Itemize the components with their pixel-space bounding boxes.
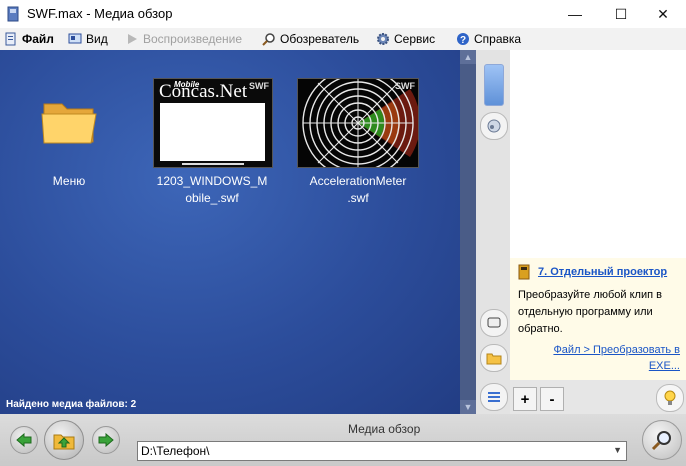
view-icon xyxy=(68,33,82,44)
file-browser-panel: Меню Mobile Concas.Net SWF 1203_WINDOWS_… xyxy=(0,50,460,414)
menu-view[interactable]: Вид xyxy=(68,30,108,48)
menu-help-label: Справка xyxy=(474,32,522,46)
window-title: SWF.max - Медиа обзор xyxy=(27,6,173,21)
menu-service-label: Сервис xyxy=(394,32,436,46)
swf-thumbnail-1[interactable]: Mobile Concas.Net SWF xyxy=(153,78,273,168)
close-button[interactable]: ✕ xyxy=(640,0,686,28)
fullscreen-button[interactable] xyxy=(480,309,508,337)
swf-label-2-line2: .swf xyxy=(347,191,369,205)
forward-button[interactable] xyxy=(92,426,120,454)
menu-service[interactable]: Сервис xyxy=(376,30,435,48)
screen-icon xyxy=(487,317,501,328)
magnifier-icon xyxy=(262,33,275,46)
up-folder-button[interactable] xyxy=(44,420,84,460)
path-input[interactable] xyxy=(138,442,604,460)
thumb-bar xyxy=(182,163,244,165)
tip-link[interactable]: Файл > Преобразовать в EXE... xyxy=(530,342,680,374)
close-icon: ✕ xyxy=(657,5,669,22)
volume-button[interactable] xyxy=(480,112,508,140)
folder-icon xyxy=(41,103,97,144)
plus-icon: + xyxy=(520,390,530,408)
menu-file[interactable]: Файл xyxy=(4,30,54,48)
side-toolbar xyxy=(476,50,510,414)
tip-box: 7. Отдельный проектор Преобразуйте любой… xyxy=(510,258,686,380)
menu-browser-label: Обозреватель xyxy=(280,32,360,46)
menu-help[interactable]: ? Справка xyxy=(456,30,521,48)
menu-playback-label: Воспроизведение xyxy=(143,32,243,46)
document-icon xyxy=(5,32,16,46)
bottom-title: Медиа обзор xyxy=(348,422,421,436)
menu-browser[interactable]: Обозреватель xyxy=(262,30,359,48)
tip-icon xyxy=(518,264,530,280)
menu-bar: Файл Вид Воспроизведение Обозреватель Се… xyxy=(0,28,686,51)
play-icon xyxy=(128,34,137,44)
swf-label-2-line1: AccelerationMeter xyxy=(309,174,407,188)
arrow-left-icon xyxy=(16,433,32,447)
app-icon xyxy=(7,6,19,22)
folder-up-icon xyxy=(53,434,75,450)
list-icon xyxy=(488,392,500,402)
swf-label-1[interactable]: 1203_WINDOWS_M obile_.swf xyxy=(147,173,277,207)
preview-scroll-thumb[interactable] xyxy=(484,64,504,106)
menu-file-label: Файл xyxy=(22,32,54,46)
svg-text:?: ? xyxy=(460,35,466,46)
minus-button[interactable]: - xyxy=(540,387,564,411)
thumb-brand-big: Concas.Net xyxy=(159,81,248,102)
path-combobox[interactable]: ▼ xyxy=(137,441,627,461)
help-icon: ? xyxy=(457,33,469,46)
swf-label-1-line2: obile_.swf xyxy=(185,191,239,205)
radar-gauge-image xyxy=(302,67,421,179)
back-button[interactable] xyxy=(10,426,38,454)
gear-icon xyxy=(377,33,389,45)
knob-icon xyxy=(487,119,501,133)
title-bar: SWF.max - Медиа обзор — ☐ ✕ xyxy=(0,0,686,28)
search-button[interactable] xyxy=(642,420,682,460)
thumb-screen xyxy=(160,103,265,161)
main-scrollbar[interactable]: ▲ ▼ xyxy=(460,50,476,414)
swf-badge-2: SWF xyxy=(395,81,415,91)
swf-label-1-line1: 1203_WINDOWS_M xyxy=(156,174,268,188)
tip-body: Преобразуйте любой клип в отдельную прог… xyxy=(518,289,662,335)
minimize-icon: — xyxy=(568,6,582,22)
folder-item[interactable]: Меню xyxy=(34,94,104,190)
maximize-icon: ☐ xyxy=(614,5,628,22)
minimize-button[interactable]: — xyxy=(552,0,598,28)
tip-controls: + - xyxy=(510,380,686,414)
minus-icon: - xyxy=(549,390,555,408)
maximize-button[interactable]: ☐ xyxy=(598,0,644,28)
arrow-right-icon xyxy=(98,433,114,447)
tip-title[interactable]: 7. Отдельный проектор xyxy=(538,266,667,278)
list-button[interactable] xyxy=(480,383,508,411)
folder-small-icon xyxy=(486,353,502,365)
scroll-down-arrow[interactable]: ▼ xyxy=(460,400,476,414)
menu-view-label: Вид xyxy=(86,32,108,46)
open-folder-button[interactable] xyxy=(480,344,508,372)
menu-playback[interactable]: Воспроизведение xyxy=(125,30,242,48)
folder-label: Меню xyxy=(52,174,86,188)
swf-badge-1: SWF xyxy=(249,81,269,91)
search-icon xyxy=(651,431,671,451)
lightbulb-button[interactable] xyxy=(656,384,684,412)
swf-thumbnail-2[interactable]: SWF xyxy=(297,67,421,179)
scroll-up-arrow[interactable]: ▲ xyxy=(460,50,476,64)
lightbulb-icon xyxy=(664,390,676,405)
chevron-down-icon[interactable]: ▼ xyxy=(613,445,622,455)
bottom-bar: Медиа обзор ▼ xyxy=(0,414,686,466)
status-text: Найдено медиа файлов: 2 xyxy=(6,399,137,410)
swf-label-2[interactable]: AccelerationMeter .swf xyxy=(293,173,423,207)
plus-button[interactable]: + xyxy=(513,387,537,411)
